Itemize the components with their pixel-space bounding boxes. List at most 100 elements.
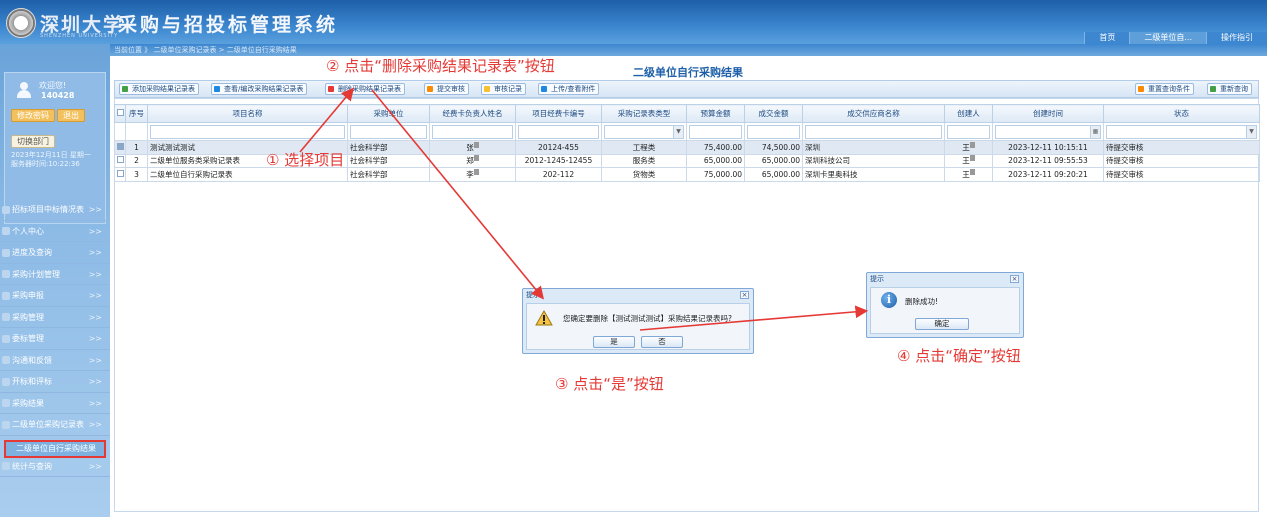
col-header[interactable]: 经费卡负责人姓名 bbox=[429, 104, 516, 123]
expand-arrow-icon: >> bbox=[88, 312, 102, 322]
filter-select[interactable]: ▼ bbox=[604, 124, 684, 139]
change-password-button[interactable]: 修改密码 bbox=[11, 109, 55, 122]
menu-icon bbox=[2, 227, 10, 235]
system-title: 采购与招投标管理系统 bbox=[118, 14, 339, 36]
sidebar-item-statistics[interactable]: 统计与查询 >> bbox=[0, 456, 110, 477]
info-icon: i bbox=[881, 292, 897, 308]
user-id: 140428 bbox=[41, 91, 75, 100]
sidebar-item-communication[interactable]: 沟通和反馈 >> bbox=[0, 350, 110, 371]
view-edit-record-button[interactable]: 查看/编改采购结果记录表 bbox=[211, 83, 308, 95]
page-title: 二级单位自行采购结果 bbox=[633, 66, 743, 79]
col-header[interactable]: 采购单位 bbox=[347, 104, 430, 123]
row-checkbox[interactable] bbox=[117, 169, 124, 177]
user-avatar-icon bbox=[16, 82, 32, 98]
toolbar: 添加采购结果记录表 查看/编改采购结果记录表 删除采购结果记录表 提交审核 审核… bbox=[114, 80, 1259, 98]
server-time: 服务器时间:10:22:36 bbox=[11, 160, 80, 168]
menu-icon bbox=[2, 399, 10, 407]
col-header[interactable]: 状态 bbox=[1103, 104, 1260, 123]
tab-home[interactable]: 首页 bbox=[1084, 32, 1130, 44]
sidebar-menu: 招标项目中标情况表 >> 个人中心 >> 进度及查询 >> 采购计划管理 >> 采购申报… bbox=[0, 199, 110, 477]
menu-icon bbox=[2, 377, 10, 386]
filter-input[interactable] bbox=[947, 124, 990, 139]
row-checkbox[interactable] bbox=[117, 156, 124, 164]
col-header[interactable]: 创建人 bbox=[944, 104, 993, 123]
filter-input[interactable] bbox=[150, 124, 345, 139]
sidebar-item-purchase-manage[interactable]: 采购管理 >> bbox=[0, 307, 110, 328]
filter-input[interactable] bbox=[518, 124, 599, 139]
sidebar-item-purchase-plan[interactable]: 采购计划管理 >> bbox=[0, 264, 110, 285]
col-header[interactable]: 成交供应商名称 bbox=[802, 104, 945, 123]
col-header[interactable]: 预算金额 bbox=[686, 104, 745, 123]
tab-guide[interactable]: 操作指引 bbox=[1206, 32, 1267, 44]
select-all-checkbox[interactable] bbox=[114, 104, 126, 123]
upload-attachment-button[interactable]: 上传/查看附件 bbox=[538, 83, 600, 95]
sidebar-subitem-self-purchase-results[interactable]: 二级单位自行采购结果 bbox=[4, 440, 106, 458]
dialog-message: 删除成功! bbox=[905, 297, 939, 306]
sidebar-item-progress-query[interactable]: 进度及查询 >> bbox=[0, 242, 110, 264]
close-icon[interactable]: × bbox=[1010, 275, 1019, 283]
breadcrumb: 当前位置 》 二级单位采购记录表 > 二级单位自行采购结果 bbox=[110, 44, 1267, 56]
expand-arrow-icon: >> bbox=[88, 291, 102, 300]
reset-query-button[interactable]: 重置查询条件 bbox=[1135, 83, 1194, 95]
redacted-mark bbox=[969, 141, 975, 148]
university-seal-logo bbox=[6, 8, 36, 38]
chevron-down-icon[interactable]: ▼ bbox=[1246, 125, 1256, 138]
calendar-icon[interactable]: ▦ bbox=[1090, 125, 1100, 138]
expand-arrow-icon: >> bbox=[88, 355, 102, 365]
col-header[interactable]: 创建时间 bbox=[992, 104, 1104, 123]
col-header[interactable]: 成交金额 bbox=[744, 104, 803, 123]
filter-input[interactable] bbox=[689, 124, 742, 139]
expand-arrow-icon: >> bbox=[88, 226, 102, 236]
expand-arrow-icon: >> bbox=[88, 334, 102, 343]
col-header[interactable]: 项目名称 bbox=[147, 104, 348, 123]
sidebar-item-secondary-records[interactable]: 二级单位采购记录表 >> bbox=[0, 414, 110, 436]
dialog-message: 您确定要删除【测试测试测试】采购结果记录表吗? bbox=[563, 314, 732, 323]
menu-icon bbox=[2, 462, 10, 470]
sidebar-item-purchase-results[interactable]: 采购结果 >> bbox=[0, 393, 110, 414]
menu-icon bbox=[2, 356, 10, 364]
close-icon[interactable]: × bbox=[740, 291, 749, 299]
filter-select[interactable]: ▼ bbox=[1106, 124, 1257, 139]
university-logo-subtext: SHENZHEN UNIVERSITY bbox=[40, 33, 119, 39]
audit-log-button[interactable]: 审核记录 bbox=[481, 83, 526, 95]
col-header[interactable]: 项目经费卡编号 bbox=[515, 104, 602, 123]
delete-record-button[interactable]: 删除采购结果记录表 bbox=[325, 83, 405, 95]
col-header[interactable]: 采购记录表类型 bbox=[601, 104, 687, 123]
sidebar-item-bid-opening[interactable]: 开标和评标 >> bbox=[0, 371, 110, 393]
chevron-down-icon[interactable]: ▼ bbox=[673, 125, 683, 138]
menu-icon bbox=[2, 205, 10, 214]
logout-button[interactable]: 退出 bbox=[57, 109, 85, 122]
yes-button[interactable]: 是 bbox=[593, 336, 635, 348]
menu-icon bbox=[2, 248, 10, 257]
sidebar-item-purchase-declare[interactable]: 采购申报 >> bbox=[0, 285, 110, 307]
ok-button[interactable]: 确定 bbox=[915, 318, 969, 330]
sidebar-item-bid-manage[interactable]: 委标管理 >> bbox=[0, 328, 110, 350]
tab-secondary-unit[interactable]: 二级单位自... bbox=[1129, 32, 1206, 44]
redacted-mark bbox=[473, 141, 479, 148]
filter-input[interactable] bbox=[350, 124, 427, 139]
no-button[interactable]: 否 bbox=[641, 336, 683, 348]
submit-review-button[interactable]: 提交审核 bbox=[424, 83, 469, 95]
expand-arrow-icon: >> bbox=[88, 398, 102, 408]
filter-input[interactable] bbox=[805, 124, 942, 139]
expand-arrow-icon: >> bbox=[88, 205, 102, 214]
table-header-row: 序号 项目名称 采购单位 经费卡负责人姓名 项目经费卡编号 采购记录表类型 预算… bbox=[114, 104, 1260, 123]
switch-department-button[interactable]: 切换部门 bbox=[11, 135, 55, 148]
sidebar-item-bid-results[interactable]: 招标项目中标情况表 >> bbox=[0, 199, 110, 221]
filter-date[interactable]: ▦ bbox=[995, 124, 1101, 139]
expand-arrow-icon: >> bbox=[88, 377, 102, 386]
add-record-button[interactable]: 添加采购结果记录表 bbox=[119, 83, 199, 95]
sidebar-item-personal-center[interactable]: 个人中心 >> bbox=[0, 221, 110, 242]
annotation-step2: ② 点击“删除采购结果记录表”按钮 bbox=[326, 57, 555, 75]
redacted-mark bbox=[473, 155, 479, 162]
welcome-text: 欢迎您! bbox=[39, 81, 67, 90]
requery-button[interactable]: 重新查询 bbox=[1207, 83, 1252, 95]
expand-arrow-icon: >> bbox=[88, 248, 102, 257]
col-header[interactable]: 序号 bbox=[125, 104, 148, 123]
annotation-step1: ① 选择项目 bbox=[266, 151, 345, 169]
date-line: 2023年12月11日 星期一 bbox=[11, 151, 91, 159]
delete-success-dialog: 提示 × i 删除成功! 确定 bbox=[866, 272, 1024, 338]
row-checkbox[interactable] bbox=[117, 142, 124, 150]
filter-input[interactable] bbox=[432, 124, 513, 139]
filter-input[interactable] bbox=[747, 124, 800, 139]
